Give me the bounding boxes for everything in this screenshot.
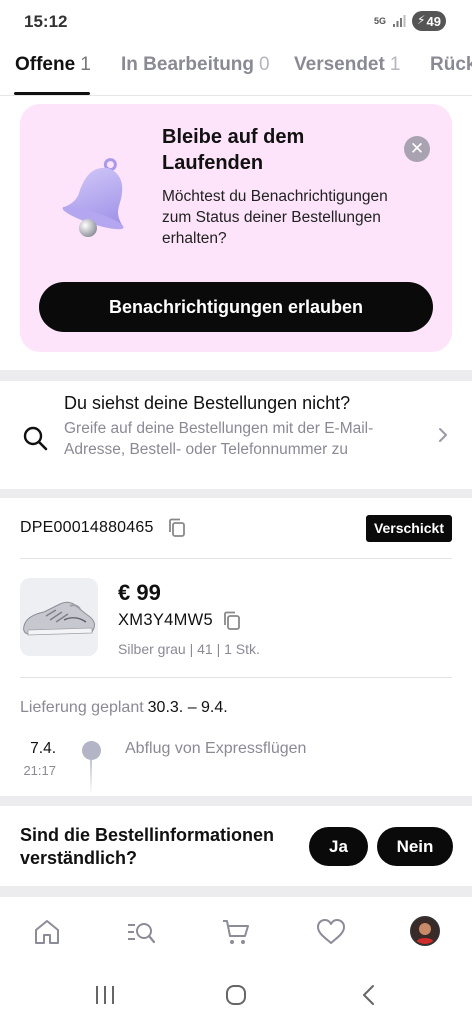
feedback-question: Sind die Bestellinformationen verständli…: [20, 825, 275, 868]
tracking-event: Abflug von Expressflügen: [125, 740, 307, 757]
missing-orders-row[interactable]: Du siehst deine Bestellungen nicht? Grei…: [0, 381, 472, 489]
product-image[interactable]: [20, 578, 98, 656]
product-sku: XM3Y4MW5: [118, 611, 214, 629]
tab-label: In Bearbeitung: [121, 54, 255, 75]
tab-count: 0: [259, 54, 270, 75]
divider: [20, 677, 452, 678]
status-badge: Verschickt: [365, 515, 452, 542]
network-label: 5G: [373, 15, 386, 26]
missing-orders-text: Greife auf deine Bestellungen mit der E-…: [64, 420, 374, 458]
tab-offene[interactable]: Offene 1: [15, 54, 91, 76]
profile-photo: [412, 918, 438, 944]
notification-card: Bleibe auf dem Laufenden Möchtest du Ben…: [20, 104, 452, 352]
notification-title: Bleibe auf dem Laufenden: [162, 126, 305, 174]
charging-icon: ⚡: [417, 13, 426, 27]
tab-label: Versendet: [294, 54, 385, 75]
avatar[interactable]: [410, 916, 440, 946]
tab-in-bearbeitung[interactable]: In Bearbeitung 0: [121, 54, 270, 76]
no-button[interactable]: Nein: [377, 827, 453, 866]
battery-level: 49: [426, 13, 441, 29]
divider: [20, 558, 452, 559]
bell-icon: [62, 158, 124, 237]
tab-count: 1: [80, 54, 91, 75]
delivery-dates: 30.3. – 9.4.: [147, 699, 228, 716]
recent-apps-icon[interactable]: [92, 982, 118, 1008]
tracking-time: 21:17: [23, 763, 56, 778]
order-tabs: Offene 1 In Bearbeitung 0 Versendet 1 Rück: [0, 44, 472, 96]
delivery-estimate: Lieferung geplant 30.3. – 9.4.: [20, 699, 228, 717]
product-variant: Silber grau | 41 | 1 Stk.: [118, 641, 260, 657]
sneaker-icon: [23, 601, 95, 636]
search-list-icon[interactable]: [126, 917, 156, 947]
home-icon[interactable]: [32, 917, 62, 947]
battery-indicator: ⚡ 49: [412, 11, 446, 31]
order-card[interactable]: DPE00014880465 Verschickt € 99 XM3Y4MW5 …: [0, 498, 472, 796]
system-navigation: [0, 966, 472, 1024]
copy-icon[interactable]: [223, 611, 241, 631]
signal-icon: [393, 15, 406, 27]
notification-text: Möchtest du Benachrichtigungen zum Statu…: [162, 188, 388, 247]
yes-button[interactable]: Ja: [309, 827, 368, 866]
copy-icon[interactable]: [168, 518, 186, 538]
back-icon[interactable]: [356, 982, 382, 1008]
notification-section: Bleibe auf dem Laufenden Möchtest du Ben…: [0, 96, 472, 370]
chevron-right-icon: [439, 428, 447, 442]
active-tab-indicator: [14, 92, 90, 95]
order-number: DPE00014880465: [20, 519, 154, 536]
status-bar: 15:12 5G ⚡ 49: [0, 0, 472, 44]
tab-versendet[interactable]: Versendet 1: [294, 54, 400, 76]
search-icon: [23, 426, 48, 451]
tab-label: Rück: [430, 54, 472, 75]
tracking-date: 7.4.: [30, 740, 56, 757]
tracking-line: [90, 760, 92, 794]
tracking-dot: [82, 741, 101, 760]
cart-icon[interactable]: [221, 917, 251, 947]
status-icons: 5G ⚡ 49: [374, 11, 446, 31]
missing-orders-title: Du siehst deine Bestellungen nicht?: [64, 393, 351, 413]
tab-count: 1: [389, 54, 401, 75]
tab-rueck[interactable]: Rück: [430, 54, 472, 76]
product-price: € 99: [118, 580, 161, 605]
delivery-label: Lieferung geplant: [20, 699, 144, 716]
heart-icon[interactable]: [316, 917, 346, 947]
close-icon[interactable]: ✕: [404, 136, 430, 162]
status-time: 15:12: [24, 12, 68, 31]
bottom-navigation: [0, 896, 472, 966]
tab-label: Offene: [15, 54, 76, 75]
allow-notifications-button[interactable]: Benachrichtigungen erlauben: [39, 282, 433, 332]
feedback-section: Sind die Bestellinformationen verständli…: [0, 806, 472, 886]
home-button-icon[interactable]: [223, 982, 249, 1008]
